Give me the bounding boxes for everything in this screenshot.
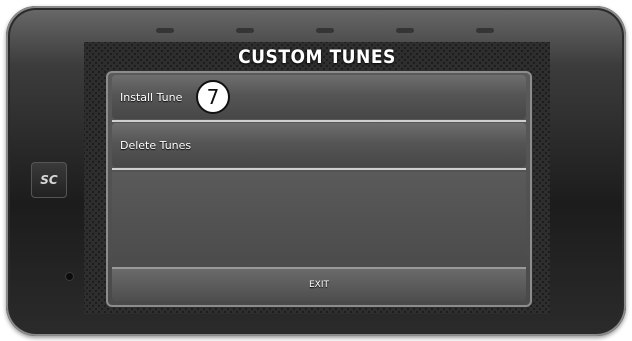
indicator-led (66, 273, 73, 280)
menu-empty-area (112, 172, 526, 260)
exit-button-label: EXIT (308, 280, 329, 290)
step-number-callout: 7 (196, 80, 230, 114)
sensor-dot (236, 28, 254, 33)
brand-logo-text: SC (40, 173, 58, 187)
menu-divider (112, 168, 526, 170)
delete-tunes-button[interactable]: Delete Tunes (112, 123, 526, 167)
sensor-dot (156, 28, 174, 33)
install-tune-button[interactable]: Install Tune (112, 75, 526, 119)
step-number: 7 (206, 85, 220, 109)
menu-panel: Install Tune Delete Tunes EXIT (106, 71, 532, 307)
menu-item-label: Delete Tunes (120, 138, 192, 152)
sensor-dot (316, 28, 334, 33)
menu-divider (112, 120, 526, 122)
sensor-dot (476, 28, 494, 33)
brand-logo: SC (31, 162, 67, 198)
menu-item-label: Install Tune (120, 90, 183, 104)
page-title: CUSTOM TUNES (238, 46, 396, 68)
device-screen: CUSTOM TUNES Install Tune Delete Tunes E… (84, 42, 550, 314)
exit-button[interactable]: EXIT (112, 267, 526, 301)
sensor-dot (396, 28, 414, 33)
